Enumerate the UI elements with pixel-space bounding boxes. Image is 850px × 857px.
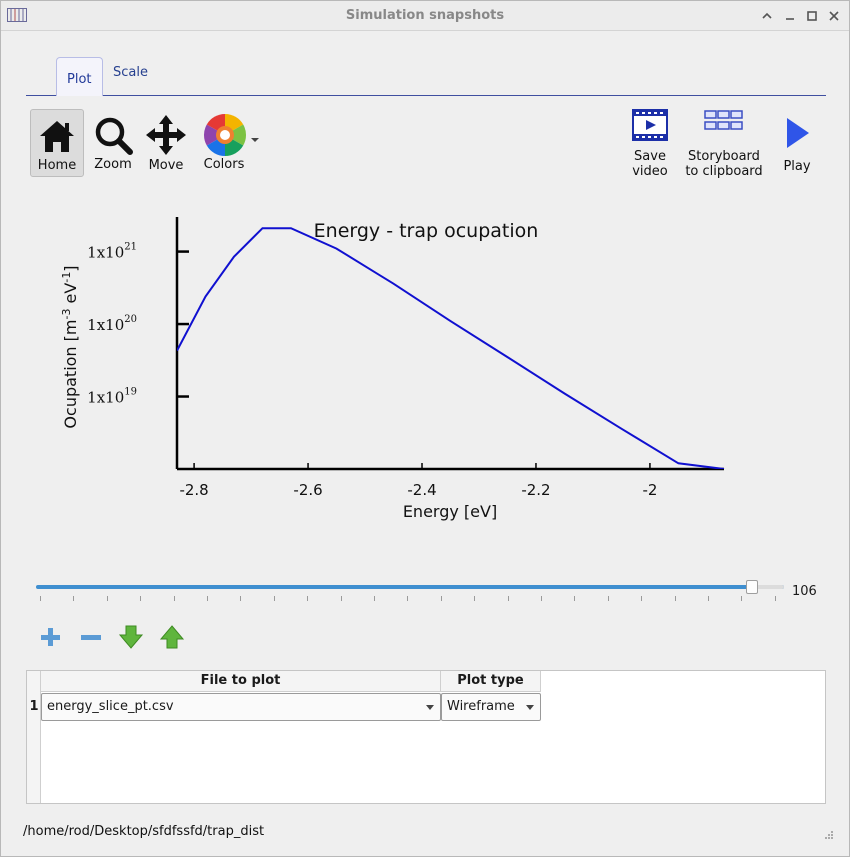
slider-tick [674,596,676,601]
dropdown-arrow-icon [251,138,259,142]
film-icon [632,109,668,141]
snapshot-slider[interactable] [34,580,814,610]
storyboard-button[interactable]: Storyboard to clipboard [682,109,766,179]
resize-grip-icon[interactable] [824,830,834,840]
save-video-label-1: Save [634,149,666,164]
y-tick-label: 1x1019 [87,387,137,407]
slider-tick [440,596,442,601]
colors-label: Colors [203,157,245,172]
chevron-down-icon [426,705,434,710]
storyboard-label-2: to clipboard [685,164,763,179]
slider-tick [741,596,743,601]
add-row-icon[interactable] [37,624,63,650]
x-tick-label: -2.4 [407,481,436,499]
close-icon[interactable] [825,7,843,25]
x-axis-label: Energy [eV] [403,502,497,521]
slider-track[interactable] [36,585,784,589]
slider-tick [73,596,75,601]
status-path: /home/rod/Desktop/sfdfssfd/trap_dist [23,824,265,839]
minimize-icon[interactable] [781,7,799,25]
storyboard-label-1: Storyboard [688,149,760,164]
slider-tick [641,596,643,601]
slider-tick [407,596,409,601]
slider-tick [607,596,609,601]
slider-handle[interactable] [746,580,758,594]
y-tick-label: 1x1020 [87,314,137,334]
chevron-down-icon [526,705,534,710]
slider-tick [574,596,576,601]
slider-tick [541,596,542,601]
slider-tick [273,596,275,601]
slider-tick [173,596,175,601]
move-icon [146,115,186,155]
slider-tick [708,596,709,601]
file-select[interactable]: energy_slice_pt.csv [41,693,441,721]
main-panel: Plot Scale Home Zoom Move Colors Save vi… [6,32,844,852]
x-tick-label: -2.2 [521,481,550,499]
slider-tick [774,596,776,601]
storyboard-icon [704,110,743,130]
chart-title: Energy - trap ocupation [314,220,539,242]
play-button[interactable]: Play [776,109,818,174]
color-wheel-icon [203,114,259,156]
plot-area: -2.8 -2.6 -2.4 -2.2 -2 1x1021 1x1020 1x1019 Ener… [6,202,844,562]
remove-row-icon[interactable] [78,624,104,650]
plot-type-select[interactable]: Wireframe [441,693,541,721]
save-video-label-2: video [632,164,668,179]
colors-button[interactable]: Colors [195,109,267,172]
slider-tick [507,596,509,601]
move-up-icon[interactable] [159,624,185,650]
tab-bar: Plot Scale [26,54,826,96]
tab-scale[interactable]: Scale [103,54,158,91]
play-icon [787,118,809,148]
row-header-column [27,671,41,803]
row-number: 1 [29,699,39,714]
slider-tick [106,596,108,601]
save-video-button[interactable]: Save video [624,109,676,179]
home-icon [40,121,74,152]
files-table: File to plot Plot type 1 energy_slice_pt… [26,670,826,804]
slider-tick [240,596,242,601]
move-label: Move [148,158,184,173]
slider-track-rest[interactable] [754,585,784,589]
zoom-icon [95,117,133,155]
zoom-button[interactable]: Zoom [88,109,138,172]
slider-tick [374,596,375,601]
slider-tick [474,596,476,601]
move-down-icon[interactable] [118,624,144,650]
slider-tick [140,596,142,601]
x-tick-label: -2 [642,481,657,499]
home-button[interactable]: Home [30,109,84,177]
play-label: Play [783,159,811,174]
x-tick-label: -2.6 [293,481,322,499]
window-title: Simulation snapshots [345,8,505,23]
y-axis-label: Ocupation [m-3 eV-1] [60,265,80,428]
shade-icon[interactable] [758,7,776,25]
file-select-value: energy_slice_pt.csv [47,699,174,714]
plot-type-value: Wireframe [447,699,515,714]
move-button[interactable]: Move [142,109,190,173]
zoom-label: Zoom [94,157,132,172]
title-bar: Simulation snapshots [1,1,849,31]
main-window: Simulation snapshots Plot Scale Home Zoo… [0,0,850,857]
slider-tick [207,596,208,601]
series-line [177,227,725,469]
slider-tick [307,596,309,601]
maximize-icon[interactable] [803,7,821,25]
x-tick-label: -2.8 [179,481,208,499]
slider-tick [40,596,41,601]
slider-tick [340,596,342,601]
slider-ticks [40,596,800,604]
tab-plot[interactable]: Plot [56,57,103,96]
y-tick-label: 1x1021 [87,242,137,262]
column-header-plot-type[interactable]: Plot type [441,671,541,692]
chart: -2.8 -2.6 -2.4 -2.2 -2 1x1021 1x1020 1x1019 Ener… [60,217,725,521]
home-label: Home [37,158,77,173]
column-header-file[interactable]: File to plot [41,671,441,692]
